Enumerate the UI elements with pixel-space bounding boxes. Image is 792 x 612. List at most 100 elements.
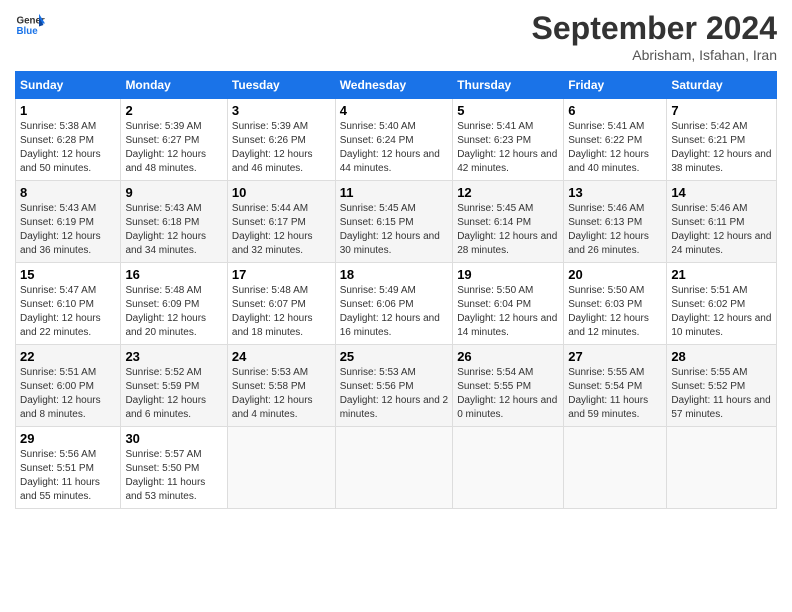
day-detail: Sunrise: 5:54 AMSunset: 5:55 PMDaylight:…	[457, 367, 557, 420]
day-detail: Sunrise: 5:53 AMSunset: 5:56 PMDaylight:…	[340, 367, 448, 420]
day-number: 6	[568, 103, 662, 118]
col-thursday: Thursday	[453, 72, 564, 99]
day-detail: Sunrise: 5:51 AMSunset: 6:00 PMDaylight:…	[20, 367, 101, 420]
col-monday: Monday	[121, 72, 227, 99]
calendar-cell: 21 Sunrise: 5:51 AMSunset: 6:02 PMDaylig…	[667, 263, 777, 345]
day-number: 12	[457, 185, 559, 200]
col-tuesday: Tuesday	[227, 72, 335, 99]
calendar-cell: 7 Sunrise: 5:42 AMSunset: 6:21 PMDayligh…	[667, 99, 777, 181]
week-row-2: 8 Sunrise: 5:43 AMSunset: 6:19 PMDayligh…	[16, 181, 777, 263]
day-number: 7	[671, 103, 772, 118]
day-detail: Sunrise: 5:41 AMSunset: 6:22 PMDaylight:…	[568, 121, 649, 174]
calendar-cell: 24 Sunrise: 5:53 AMSunset: 5:58 PMDaylig…	[227, 345, 335, 427]
day-number: 5	[457, 103, 559, 118]
day-number: 20	[568, 267, 662, 282]
calendar-cell: 28 Sunrise: 5:55 AMSunset: 5:52 PMDaylig…	[667, 345, 777, 427]
day-detail: Sunrise: 5:55 AMSunset: 5:54 PMDaylight:…	[568, 367, 648, 420]
col-sunday: Sunday	[16, 72, 121, 99]
day-detail: Sunrise: 5:56 AMSunset: 5:51 PMDaylight:…	[20, 449, 100, 502]
calendar-cell: 29 Sunrise: 5:56 AMSunset: 5:51 PMDaylig…	[16, 427, 121, 509]
col-wednesday: Wednesday	[335, 72, 453, 99]
day-detail: Sunrise: 5:50 AMSunset: 6:04 PMDaylight:…	[457, 285, 557, 338]
day-detail: Sunrise: 5:44 AMSunset: 6:17 PMDaylight:…	[232, 203, 313, 256]
week-row-5: 29 Sunrise: 5:56 AMSunset: 5:51 PMDaylig…	[16, 427, 777, 509]
calendar-table: Sunday Monday Tuesday Wednesday Thursday…	[15, 71, 777, 509]
calendar-cell	[453, 427, 564, 509]
day-number: 29	[20, 431, 116, 446]
col-friday: Friday	[564, 72, 667, 99]
day-detail: Sunrise: 5:51 AMSunset: 6:02 PMDaylight:…	[671, 285, 771, 338]
page-header: General Blue September 2024 Abrisham, Is…	[15, 10, 777, 63]
day-number: 14	[671, 185, 772, 200]
day-number: 27	[568, 349, 662, 364]
calendar-cell: 30 Sunrise: 5:57 AMSunset: 5:50 PMDaylig…	[121, 427, 227, 509]
calendar-cell: 14 Sunrise: 5:46 AMSunset: 6:11 PMDaylig…	[667, 181, 777, 263]
day-detail: Sunrise: 5:47 AMSunset: 6:10 PMDaylight:…	[20, 285, 101, 338]
day-detail: Sunrise: 5:40 AMSunset: 6:24 PMDaylight:…	[340, 121, 440, 174]
day-number: 16	[125, 267, 222, 282]
day-detail: Sunrise: 5:48 AMSunset: 6:07 PMDaylight:…	[232, 285, 313, 338]
col-saturday: Saturday	[667, 72, 777, 99]
calendar-cell: 3 Sunrise: 5:39 AMSunset: 6:26 PMDayligh…	[227, 99, 335, 181]
calendar-cell: 27 Sunrise: 5:55 AMSunset: 5:54 PMDaylig…	[564, 345, 667, 427]
week-row-4: 22 Sunrise: 5:51 AMSunset: 6:00 PMDaylig…	[16, 345, 777, 427]
day-number: 15	[20, 267, 116, 282]
week-row-1: 1 Sunrise: 5:38 AMSunset: 6:28 PMDayligh…	[16, 99, 777, 181]
calendar-cell: 1 Sunrise: 5:38 AMSunset: 6:28 PMDayligh…	[16, 99, 121, 181]
calendar-cell: 12 Sunrise: 5:45 AMSunset: 6:14 PMDaylig…	[453, 181, 564, 263]
day-number: 22	[20, 349, 116, 364]
calendar-cell: 10 Sunrise: 5:44 AMSunset: 6:17 PMDaylig…	[227, 181, 335, 263]
calendar-cell: 8 Sunrise: 5:43 AMSunset: 6:19 PMDayligh…	[16, 181, 121, 263]
header-row: Sunday Monday Tuesday Wednesday Thursday…	[16, 72, 777, 99]
week-row-3: 15 Sunrise: 5:47 AMSunset: 6:10 PMDaylig…	[16, 263, 777, 345]
day-detail: Sunrise: 5:45 AMSunset: 6:15 PMDaylight:…	[340, 203, 440, 256]
day-detail: Sunrise: 5:41 AMSunset: 6:23 PMDaylight:…	[457, 121, 557, 174]
calendar-cell: 6 Sunrise: 5:41 AMSunset: 6:22 PMDayligh…	[564, 99, 667, 181]
day-detail: Sunrise: 5:49 AMSunset: 6:06 PMDaylight:…	[340, 285, 440, 338]
day-number: 24	[232, 349, 331, 364]
logo-icon: General Blue	[15, 10, 45, 40]
day-detail: Sunrise: 5:55 AMSunset: 5:52 PMDaylight:…	[671, 367, 770, 420]
calendar-cell: 9 Sunrise: 5:43 AMSunset: 6:18 PMDayligh…	[121, 181, 227, 263]
calendar-cell: 11 Sunrise: 5:45 AMSunset: 6:15 PMDaylig…	[335, 181, 453, 263]
day-number: 2	[125, 103, 222, 118]
day-detail: Sunrise: 5:46 AMSunset: 6:13 PMDaylight:…	[568, 203, 649, 256]
day-number: 19	[457, 267, 559, 282]
calendar-cell: 23 Sunrise: 5:52 AMSunset: 5:59 PMDaylig…	[121, 345, 227, 427]
day-number: 23	[125, 349, 222, 364]
logo: General Blue	[15, 10, 45, 40]
calendar-cell: 20 Sunrise: 5:50 AMSunset: 6:03 PMDaylig…	[564, 263, 667, 345]
day-detail: Sunrise: 5:46 AMSunset: 6:11 PMDaylight:…	[671, 203, 771, 256]
calendar-cell: 18 Sunrise: 5:49 AMSunset: 6:06 PMDaylig…	[335, 263, 453, 345]
day-detail: Sunrise: 5:39 AMSunset: 6:27 PMDaylight:…	[125, 121, 206, 174]
page-container: General Blue September 2024 Abrisham, Is…	[0, 0, 792, 519]
calendar-cell: 16 Sunrise: 5:48 AMSunset: 6:09 PMDaylig…	[121, 263, 227, 345]
day-number: 28	[671, 349, 772, 364]
day-detail: Sunrise: 5:43 AMSunset: 6:18 PMDaylight:…	[125, 203, 206, 256]
day-number: 4	[340, 103, 449, 118]
calendar-cell: 17 Sunrise: 5:48 AMSunset: 6:07 PMDaylig…	[227, 263, 335, 345]
day-number: 3	[232, 103, 331, 118]
day-detail: Sunrise: 5:39 AMSunset: 6:26 PMDaylight:…	[232, 121, 313, 174]
day-detail: Sunrise: 5:45 AMSunset: 6:14 PMDaylight:…	[457, 203, 557, 256]
day-number: 30	[125, 431, 222, 446]
day-number: 13	[568, 185, 662, 200]
calendar-cell: 22 Sunrise: 5:51 AMSunset: 6:00 PMDaylig…	[16, 345, 121, 427]
day-detail: Sunrise: 5:48 AMSunset: 6:09 PMDaylight:…	[125, 285, 206, 338]
calendar-cell: 4 Sunrise: 5:40 AMSunset: 6:24 PMDayligh…	[335, 99, 453, 181]
calendar-cell	[335, 427, 453, 509]
calendar-cell: 19 Sunrise: 5:50 AMSunset: 6:04 PMDaylig…	[453, 263, 564, 345]
title-area: September 2024 Abrisham, Isfahan, Iran	[532, 10, 777, 63]
day-number: 11	[340, 185, 449, 200]
location-subtitle: Abrisham, Isfahan, Iran	[532, 47, 777, 63]
calendar-cell: 25 Sunrise: 5:53 AMSunset: 5:56 PMDaylig…	[335, 345, 453, 427]
calendar-cell: 15 Sunrise: 5:47 AMSunset: 6:10 PMDaylig…	[16, 263, 121, 345]
day-number: 18	[340, 267, 449, 282]
day-number: 9	[125, 185, 222, 200]
month-title: September 2024	[532, 10, 777, 47]
day-detail: Sunrise: 5:57 AMSunset: 5:50 PMDaylight:…	[125, 449, 205, 502]
day-number: 21	[671, 267, 772, 282]
day-detail: Sunrise: 5:50 AMSunset: 6:03 PMDaylight:…	[568, 285, 649, 338]
day-number: 10	[232, 185, 331, 200]
calendar-cell: 26 Sunrise: 5:54 AMSunset: 5:55 PMDaylig…	[453, 345, 564, 427]
